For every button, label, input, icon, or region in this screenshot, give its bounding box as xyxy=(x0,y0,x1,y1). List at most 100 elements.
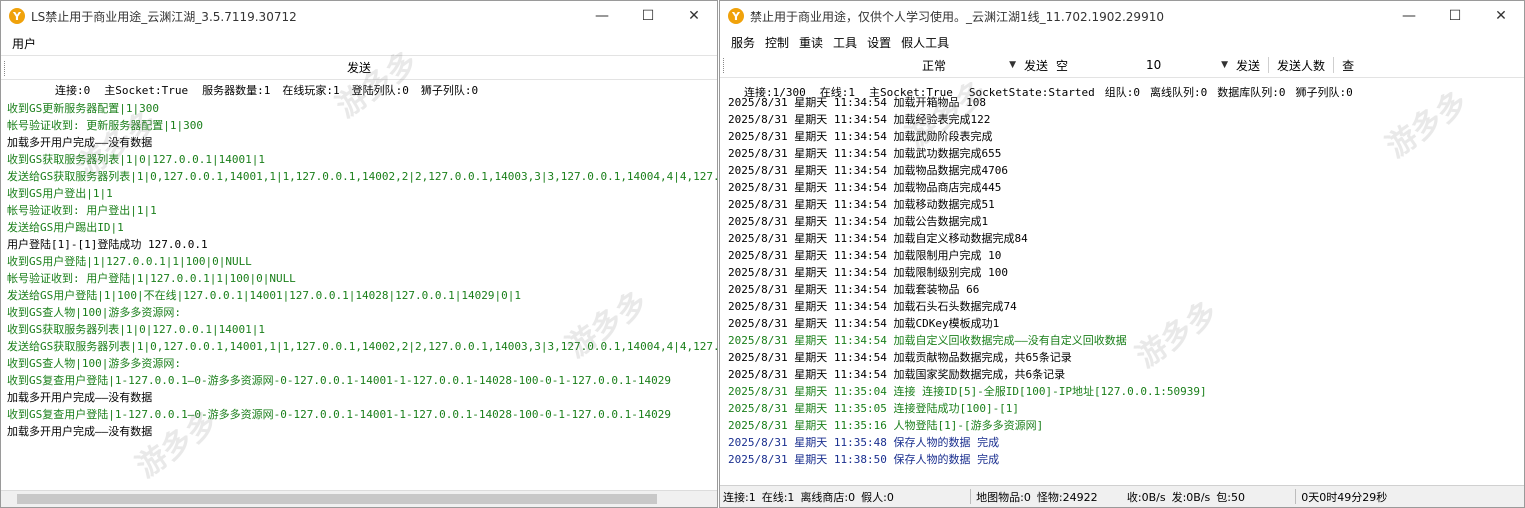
log-line: 2025/8/31 星期天 11:34:54 加载开箱物品 108 xyxy=(728,96,986,109)
log-line: 加载多开用户完成——没有数据 xyxy=(7,136,153,149)
chevron-down-icon: ▼ xyxy=(1221,60,1229,70)
ls-title-bar[interactable]: Y LS禁止用于商业用途_云渊江湖_3.5.7119.30712 — ☐ ✕ xyxy=(1,1,717,31)
sb-online: 在线:1 xyxy=(761,490,795,504)
log-line: 2025/8/31 星期天 11:35:05 连接登陆成功[100]-[1] xyxy=(728,402,1020,415)
ls-window-title: LS禁止用于商业用途_云渊江湖_3.5.7119.30712 xyxy=(31,9,297,24)
sb-map-items: 地图物品:0 xyxy=(976,490,1031,504)
sb-bots: 假人:0 xyxy=(861,490,894,504)
query-button[interactable]: 查 xyxy=(1338,55,1358,76)
log-line: 帐号验证收到: 用户登出|1|1 xyxy=(7,204,157,217)
menu-service[interactable]: 服务 xyxy=(726,34,760,51)
log-line: 2025/8/31 星期天 11:34:54 加载物品商店完成445 xyxy=(728,181,1002,194)
log-line: 收到GS获取服务器列表|1|0|127.0.0.1|14001|1 xyxy=(7,153,265,166)
log-line: 收到GS复查用户登陆|1-127.0.0.1—0-游多多资源网-0-127.0.… xyxy=(7,408,671,421)
ls-log[interactable]: 收到GS更新服务器配置|1|300 帐号验证收到: 更新服务器配置|1|300 加载… xyxy=(7,100,717,489)
sb-uptime: 0天0时49分29秒 xyxy=(1301,490,1388,504)
send-people-button[interactable]: 发送人数 xyxy=(1273,55,1329,76)
log-line: 2025/8/31 星期天 11:34:54 加载经验表完成122 xyxy=(728,113,991,126)
toolbar-grip-icon[interactable] xyxy=(4,61,7,76)
menu-tools[interactable]: 工具 xyxy=(828,34,862,51)
count-select[interactable]: 10 ▼ xyxy=(1142,55,1232,76)
log-line: 收到GS用户登出|1|1 xyxy=(7,187,113,200)
empty-label: 空 xyxy=(1056,58,1069,73)
menu-user[interactable]: 用户 xyxy=(7,35,41,52)
mode-select[interactable]: 正常 ▼ xyxy=(850,55,1020,76)
send-button[interactable]: 发送 xyxy=(1020,55,1052,76)
log-line: 收到GS复查用户登陆|1-127.0.0.1—0-游多多资源网-0-127.0.… xyxy=(7,374,671,387)
minimize-icon[interactable]: — xyxy=(1386,1,1432,31)
close-icon[interactable]: ✕ xyxy=(1478,1,1524,31)
sb-offline-shop: 离线商店:0 xyxy=(800,490,856,504)
menu-reload[interactable]: 重读 xyxy=(794,34,828,51)
gs-toolbar: 正常 ▼ 发送 空 10 ▼ 发送 发送人数 查 xyxy=(720,53,1524,78)
send-count-button[interactable]: 发送 xyxy=(1232,55,1264,76)
log-line: 收到GS更新服务器配置|1|300 xyxy=(7,102,159,115)
sb-send: 发:0B/s xyxy=(1171,490,1211,504)
log-line: 2025/8/31 星期天 11:35:48 保存人物的数据 完成 xyxy=(728,436,1000,449)
gs-log[interactable]: 2025/8/31 星期天 11:34:54 加载开箱物品 108 2025/8/… xyxy=(728,94,1524,467)
log-line: 加载多开用户完成——没有数据 xyxy=(7,391,153,404)
scrollbar-thumb[interactable] xyxy=(17,494,657,504)
ls-menu-bar: 用户 xyxy=(1,31,717,55)
count-value: 10 xyxy=(1146,58,1162,72)
main-socket: 主Socket:True xyxy=(104,84,189,97)
menu-control[interactable]: 控制 xyxy=(760,34,794,51)
gs-window: Y 禁止用于商业用途，仅供个人学习使用。_云渊江湖1线_11.702.1902.… xyxy=(719,0,1525,508)
gs-window-title: 禁止用于商业用途，仅供个人学习使用。_云渊江湖1线_11.702.1902.29… xyxy=(750,9,1164,24)
log-line: 收到GS用户登陆|1|127.0.0.1|1|100|0|NULL xyxy=(7,255,252,268)
log-line: 2025/8/31 星期天 11:34:54 加载CDKey模板成功1 xyxy=(728,317,1000,330)
log-line: 发送给GS用户踢出ID|1 xyxy=(7,221,124,234)
log-line: 收到GS查人物|100|游多多资源网: xyxy=(7,357,181,370)
log-line: 2025/8/31 星期天 11:34:54 加载武功数据完成655 xyxy=(728,147,1002,160)
horizontal-scrollbar[interactable] xyxy=(1,490,717,507)
status-separator xyxy=(970,489,972,504)
log-line: 2025/8/31 星期天 11:34:54 加载国家奖励数据完成，共6条记录 xyxy=(728,368,1066,381)
toolbar-separator xyxy=(1268,57,1270,73)
lion-queue: 狮子列队:0 xyxy=(420,84,479,97)
log-line: 帐号验证收到: 用户登陆|1|127.0.0.1|1|100|0|NULL xyxy=(7,272,296,285)
log-line: 2025/8/31 星期天 11:34:54 加载自定义移动数据完成84 xyxy=(728,232,1028,245)
chevron-down-icon: ▼ xyxy=(1009,60,1016,70)
log-line: 2025/8/31 星期天 11:34:54 加载公告数据完成1 xyxy=(728,215,989,228)
status-separator xyxy=(1295,489,1297,504)
menu-settings[interactable]: 设置 xyxy=(862,34,896,51)
log-line: 2025/8/31 星期天 11:34:54 加载套装物品 66 xyxy=(728,283,980,296)
minimize-icon[interactable]: — xyxy=(579,1,625,31)
gs-title-bar[interactable]: Y 禁止用于商业用途，仅供个人学习使用。_云渊江湖1线_11.702.1902.… xyxy=(720,1,1524,31)
maximize-icon[interactable]: ☐ xyxy=(1432,1,1478,31)
conn-count: 连接:0 xyxy=(55,84,91,97)
log-line: 2025/8/31 星期天 11:34:54 加载自定义回收数据完成——没有自定… xyxy=(728,334,1127,347)
sb-conn: 连接:1 xyxy=(723,490,756,504)
log-line: 2025/8/31 星期天 11:34:54 加载限制用户完成 10 xyxy=(728,249,1002,262)
log-line: 2025/8/31 星期天 11:35:04 连接 连接ID[5]-全服ID[1… xyxy=(728,385,1207,398)
log-line: 2025/8/31 星期天 11:34:54 加载石头石头数据完成74 xyxy=(728,300,1017,313)
log-line: 收到GS查人物|100|游多多资源网: xyxy=(7,306,181,319)
log-line: 2025/8/31 星期天 11:34:54 加载限制级别完成 100 xyxy=(728,266,1008,279)
app-icon: Y xyxy=(9,8,25,24)
log-line: 收到GS获取服务器列表|1|0|127.0.0.1|14001|1 xyxy=(7,323,265,336)
close-icon[interactable]: ✕ xyxy=(671,1,717,31)
sb-monsters: 怪物:24922 xyxy=(1036,490,1098,504)
log-line: 发送给GS获取服务器列表|1|0,127.0.0.1,14001,1|1,127… xyxy=(7,340,717,353)
login-queue: 登陆列队:0 xyxy=(351,84,409,97)
toolbar-grip-icon[interactable] xyxy=(723,58,726,73)
log-line: 加载多开用户完成——没有数据 xyxy=(7,425,153,438)
gs-status-bar: 连接:1 在线:1 离线商店:0 假人:0 地图物品:0 怪物:24922 收:… xyxy=(720,485,1524,507)
sb-packets: 包:50 xyxy=(1216,490,1245,504)
ls-status-line: 连接:0 主Socket:True 服务器数量:1 在线玩家:1 登陆列队:0 … xyxy=(1,80,717,100)
menu-bot-tools[interactable]: 假人工具 xyxy=(896,34,954,51)
gs-menu-bar: 服务 控制 重读 工具 设置 假人工具 xyxy=(720,31,1524,53)
log-line: 2025/8/31 星期天 11:38:50 保存人物的数据 完成 xyxy=(728,453,1000,466)
log-line: 发送给GS用户登陆|1|100|不在线|127.0.0.1|14001|127.… xyxy=(7,289,521,302)
mode-value: 正常 xyxy=(922,58,947,73)
log-line: 用户登陆[1]-[1]登陆成功 127.0.0.1 xyxy=(7,238,208,251)
online-players: 在线玩家:1 xyxy=(282,84,340,97)
log-line: 2025/8/31 星期天 11:35:16 人物登陆[1]-[游多多资源网] xyxy=(728,419,1044,432)
maximize-icon[interactable]: ☐ xyxy=(625,1,671,31)
log-line: 2025/8/31 星期天 11:34:54 加载武勋阶段表完成 xyxy=(728,130,993,143)
log-line: 发送给GS获取服务器列表|1|0,127.0.0.1,14001,1|1,127… xyxy=(7,170,717,183)
toolbar-separator xyxy=(1333,57,1335,73)
ls-toolbar: 发送 xyxy=(1,55,717,80)
send-button[interactable]: 发送 xyxy=(339,57,379,78)
log-line: 2025/8/31 星期天 11:34:54 加载移动数据完成51 xyxy=(728,198,995,211)
